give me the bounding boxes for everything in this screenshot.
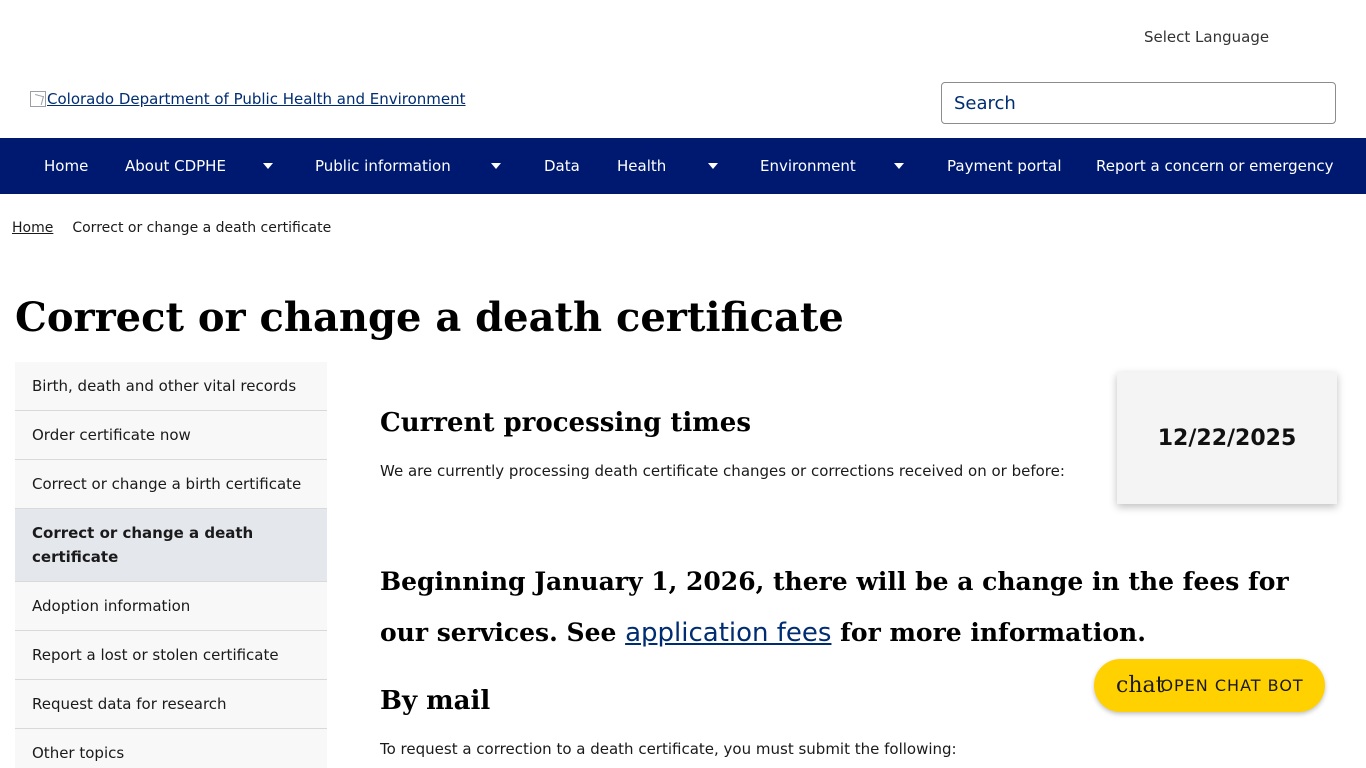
chat-button-label: OPEN CHAT BOT xyxy=(1160,676,1304,695)
nav-label: Data xyxy=(544,157,580,175)
nav-environment[interactable]: Environment xyxy=(760,138,856,194)
sidebar-item-other-topics[interactable]: Other topics xyxy=(15,729,327,768)
chevron-down-icon[interactable] xyxy=(491,163,501,169)
sidebar-item-order-certificate[interactable]: Order certificate now xyxy=(15,411,327,460)
main-navigation: Home About CDPHE Public information Data… xyxy=(0,138,1366,194)
processing-date-card: 12/22/2025 xyxy=(1117,372,1337,504)
nav-label: About CDPHE xyxy=(125,157,226,175)
logo-alt-text: Colorado Department of Public Health and… xyxy=(47,90,466,108)
nav-report-concern[interactable]: Report a concern or emergency xyxy=(1096,138,1334,194)
nav-data[interactable]: Data xyxy=(544,138,580,194)
processing-times-heading: Current processing times xyxy=(380,408,751,438)
nav-label: Payment portal xyxy=(947,157,1062,175)
sidebar-item-research-data[interactable]: Request data for research xyxy=(15,680,327,729)
sidebar-item-adoption[interactable]: Adoption information xyxy=(15,582,327,631)
sidebar-item-lost-stolen[interactable]: Report a lost or stolen certificate xyxy=(15,631,327,680)
fees-text-after: for more information. xyxy=(831,618,1146,647)
nav-label: Health xyxy=(617,157,667,175)
chevron-down-icon[interactable] xyxy=(894,163,904,169)
breadcrumb-current: Correct or change a death certificate xyxy=(72,220,332,236)
fees-notice: Beginning January 1, 2026, there will be… xyxy=(380,556,1340,659)
agency-logo-link[interactable]: Colorado Department of Public Health and… xyxy=(30,90,466,108)
sidebar-item-correct-death[interactable]: Correct or change a death certificate xyxy=(15,509,327,582)
search-input[interactable] xyxy=(954,92,1323,114)
language-selector[interactable]: Select Language xyxy=(1144,28,1269,46)
sidebar-nav: Birth, death and other vital records Ord… xyxy=(15,362,327,768)
nav-label: Environment xyxy=(760,157,856,175)
processing-date: 12/22/2025 xyxy=(1157,425,1297,451)
chat-icon: chat xyxy=(1116,673,1165,698)
page-title: Correct or change a death certificate xyxy=(15,294,844,341)
broken-image-icon xyxy=(30,91,46,107)
sidebar-item-correct-birth[interactable]: Correct or change a birth certificate xyxy=(15,460,327,509)
by-mail-text: To request a correction to a death certi… xyxy=(380,740,957,758)
breadcrumb-home-link[interactable]: Home xyxy=(12,220,53,236)
nav-about-cdphe[interactable]: About CDPHE xyxy=(125,138,226,194)
nav-payment-portal[interactable]: Payment portal xyxy=(947,138,1062,194)
chevron-down-icon[interactable] xyxy=(263,163,273,169)
nav-label: Report a concern or emergency xyxy=(1096,157,1334,175)
nav-public-information[interactable]: Public information xyxy=(315,138,451,194)
sidebar-item-vital-records[interactable]: Birth, death and other vital records xyxy=(15,362,327,411)
nav-label: Home xyxy=(44,157,89,175)
open-chat-bot-button[interactable]: chat OPEN CHAT BOT xyxy=(1094,659,1325,712)
processing-times-text: We are currently processing death certif… xyxy=(380,462,1065,480)
nav-health[interactable]: Health xyxy=(617,138,666,194)
nav-home[interactable]: Home xyxy=(44,138,88,194)
nav-label: Public information xyxy=(315,157,451,175)
search-box xyxy=(941,82,1336,124)
breadcrumb: Home Correct or change a death certifica… xyxy=(12,220,331,236)
chevron-down-icon[interactable] xyxy=(708,163,718,169)
application-fees-link[interactable]: application fees xyxy=(625,618,831,648)
by-mail-heading: By mail xyxy=(380,686,491,716)
